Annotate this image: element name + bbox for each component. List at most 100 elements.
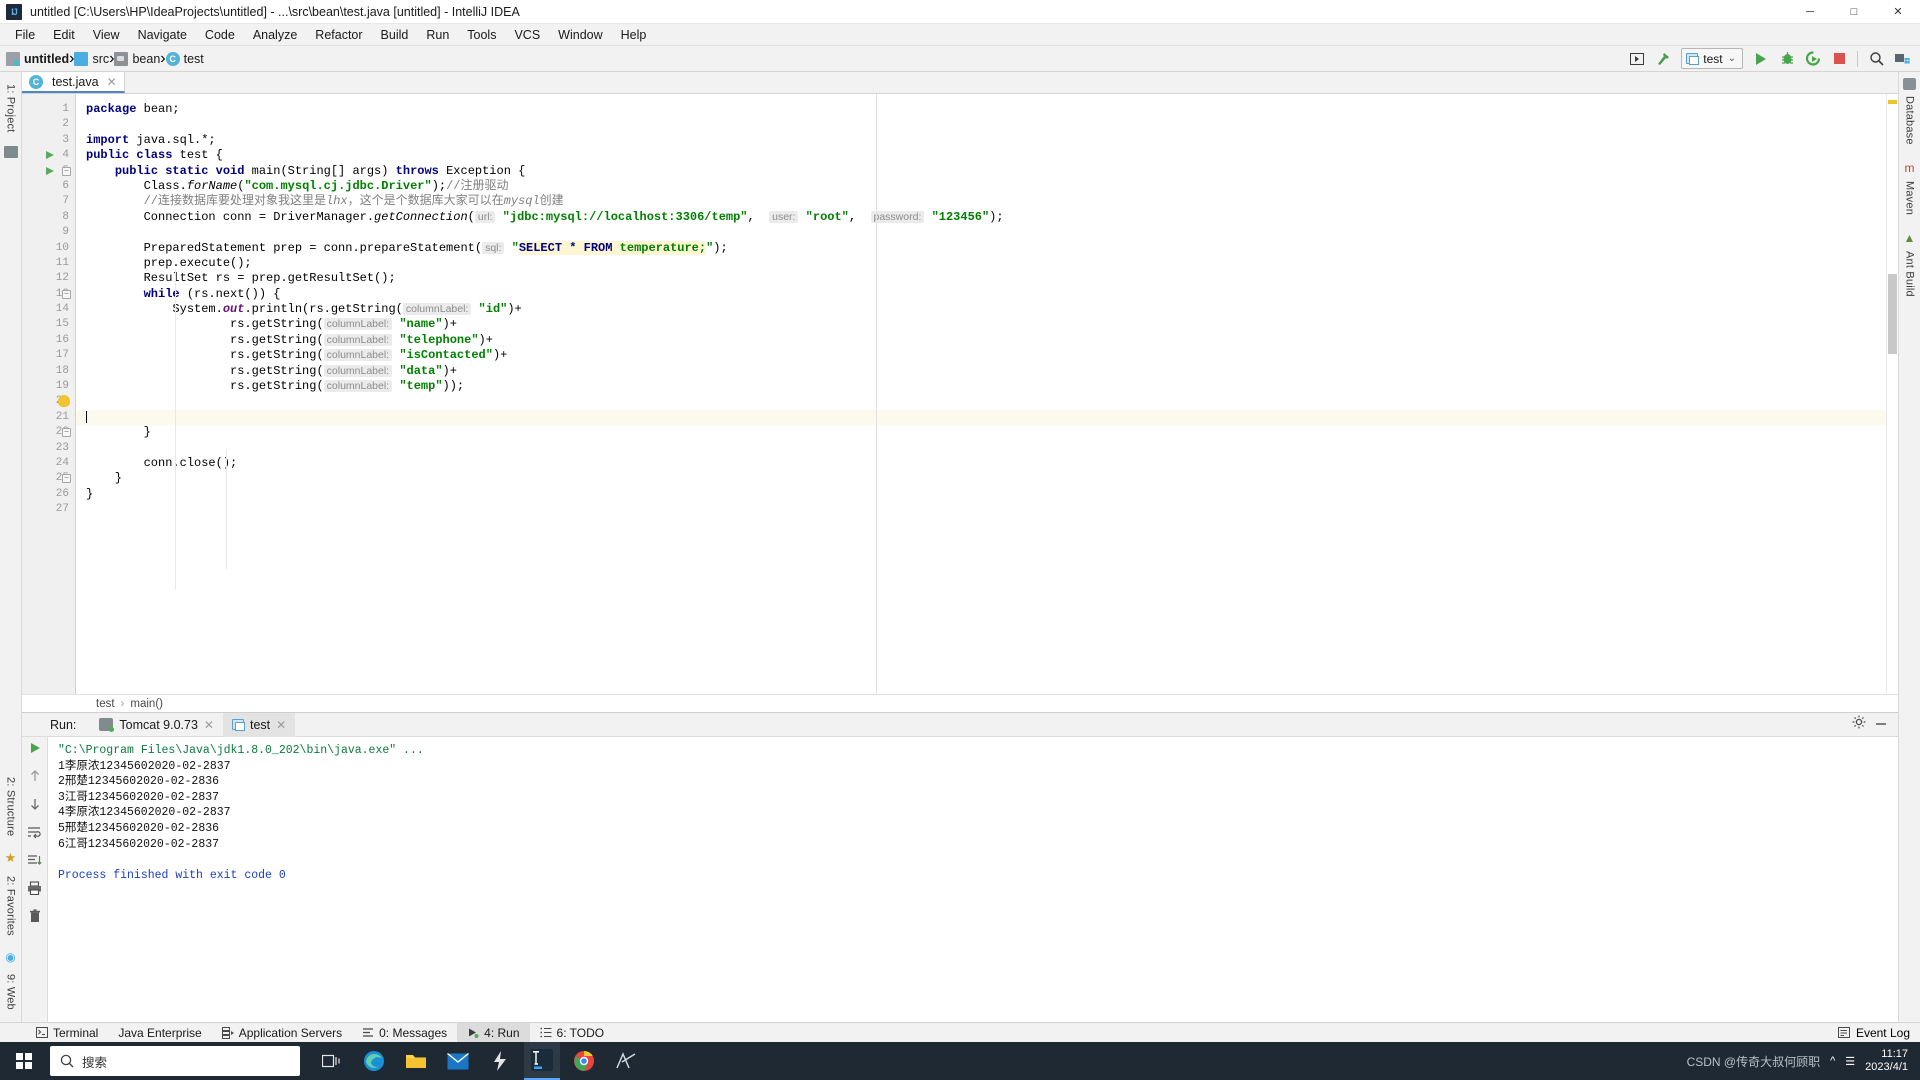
bottom-tab-run[interactable]: 4: Run — [457, 1022, 530, 1043]
sidebar-item-web[interactable]: 9: Web — [3, 968, 19, 1016]
run-class-gutter-icon[interactable] — [46, 151, 54, 160]
event-log-button[interactable]: Event Log — [1837, 1026, 1920, 1040]
sidebar-item-structure[interactable]: 2: Structure — [3, 771, 19, 842]
rerun-icon[interactable] — [28, 741, 42, 760]
menu-analyze[interactable]: Analyze — [244, 26, 306, 44]
menu-code[interactable]: Code — [196, 26, 244, 44]
mail-icon[interactable] — [440, 1042, 476, 1080]
edge-icon[interactable] — [356, 1042, 392, 1080]
menu-run[interactable]: Run — [417, 26, 458, 44]
minimize-button[interactable]: ─ — [1788, 0, 1832, 24]
gear-icon[interactable] — [1852, 715, 1866, 734]
menu-help[interactable]: Help — [612, 26, 656, 44]
task-view-icon[interactable] — [314, 1042, 350, 1080]
taskbar-clock[interactable]: 11:17 2023/4/1 — [1865, 1048, 1908, 1074]
taskbar-search-placeholder: 搜索 — [82, 1055, 108, 1070]
line-number: 3 — [62, 133, 69, 146]
bottom-tab-terminal[interactable]: Terminal — [26, 1023, 108, 1043]
close-icon[interactable]: ✕ — [107, 75, 117, 89]
left-rail-bottom: 2: Structure ★ 2: Favorites ◉ 9: Web — [3, 771, 19, 1016]
breadcrumb-class[interactable]: test — [96, 698, 115, 710]
sidebar-item-maven[interactable]: Maven — [1902, 175, 1918, 221]
code-line: rs.getString(columnLabel: "temp")); — [86, 379, 465, 394]
trash-icon[interactable] — [28, 909, 42, 928]
breadcrumb-item-src[interactable]: src — [74, 51, 109, 66]
maximize-button[interactable]: □ — [1832, 0, 1876, 24]
menu-file[interactable]: File — [6, 26, 44, 44]
warning-marker[interactable] — [1888, 100, 1897, 104]
bottom-tab-java-enterprise[interactable]: Java Enterprise — [108, 1023, 211, 1043]
breadcrumb-label-bean: bean — [132, 51, 161, 66]
editor-tab-test-java[interactable]: C test.java ✕ — [22, 72, 125, 93]
menu-refactor[interactable]: Refactor — [306, 26, 371, 44]
console-line: 2邢楚12345602020-02-2836 — [58, 775, 220, 789]
fold-icon[interactable]: − — [62, 428, 71, 438]
scroll-up-icon[interactable] — [28, 769, 42, 788]
scroll-to-end-icon[interactable] — [27, 853, 42, 872]
stop-icon[interactable] — [1827, 48, 1851, 70]
code-line: package bean; — [86, 102, 180, 116]
debug-icon[interactable] — [1775, 48, 1799, 70]
menu-view[interactable]: View — [84, 26, 129, 44]
intellij-icon[interactable] — [524, 1042, 560, 1080]
menu-vcs[interactable]: VCS — [505, 26, 549, 44]
editor-marker-scrollbar[interactable] — [1886, 94, 1898, 694]
print-icon[interactable] — [27, 881, 42, 900]
network-icon[interactable]: ☰ — [1845, 1055, 1855, 1068]
chevron-down-icon: ⌄ — [1727, 53, 1736, 64]
bottom-tab-todo[interactable]: 6: TODO — [530, 1023, 615, 1043]
close-icon[interactable]: ✕ — [276, 718, 286, 732]
run-tab-tomcat[interactable]: Tomcat 9.0.73 ✕ — [90, 713, 223, 737]
web-globe-icon: ◉ — [5, 950, 16, 965]
soft-wrap-icon[interactable] — [27, 825, 42, 844]
console-line: 4李原浓12345602020-02-2837 — [58, 806, 231, 820]
project-structure-icon[interactable] — [1890, 48, 1914, 70]
editor-gutter[interactable]: 1 2 3 4 −5 6 7 8 9 10 11 12 −13 14 15 16 — [22, 94, 76, 694]
editor-breadcrumb: test › main() — [22, 694, 1898, 712]
fold-icon[interactable]: − — [62, 474, 71, 484]
bottom-tab-application-servers[interactable]: Application Servers — [212, 1023, 352, 1043]
code-text-area[interactable]: package bean; import java.sql.*; public … — [76, 94, 1886, 694]
search-everywhere-icon[interactable] — [1864, 48, 1888, 70]
tray-up-icon[interactable]: ^ — [1830, 1055, 1835, 1067]
menu-window[interactable]: Window — [549, 26, 611, 44]
fold-icon[interactable]: − — [62, 166, 71, 176]
screen-icon[interactable] — [1625, 48, 1649, 70]
unknown-app-icon[interactable] — [608, 1042, 644, 1080]
sidebar-item-project[interactable]: 1: Project — [3, 78, 19, 138]
menu-build[interactable]: Build — [372, 26, 418, 44]
hammer-build-icon[interactable] — [1651, 48, 1675, 70]
line-number: 10 — [55, 241, 69, 254]
breadcrumb-item-bean[interactable]: bean — [114, 51, 161, 66]
breadcrumb-item-test[interactable]: C test — [165, 51, 204, 66]
sidebar-item-favorites[interactable]: 2: Favorites — [3, 870, 19, 942]
menu-edit[interactable]: Edit — [44, 26, 84, 44]
minimize-icon[interactable] — [1874, 715, 1888, 734]
run-coverage-icon[interactable] — [1801, 48, 1825, 70]
menu-navigate[interactable]: Navigate — [129, 26, 196, 44]
breadcrumb-item-project[interactable]: untitled — [6, 51, 69, 66]
run-tab-test[interactable]: test ✕ — [222, 712, 296, 737]
bottom-tab-messages[interactable]: 0: Messages — [352, 1023, 457, 1043]
taskbar-search-box[interactable]: 搜索 — [50, 1046, 300, 1076]
menu-tools[interactable]: Tools — [458, 26, 505, 44]
lightning-icon[interactable] — [482, 1042, 518, 1080]
sidebar-item-database[interactable]: Database — [1902, 90, 1918, 151]
code-editor[interactable]: 1 2 3 4 −5 6 7 8 9 10 11 12 −13 14 15 16 — [22, 94, 1898, 694]
file-explorer-icon[interactable] — [398, 1042, 434, 1080]
scrollbar-thumb[interactable] — [1888, 274, 1897, 354]
line-number: −13 — [22, 287, 75, 302]
fold-icon[interactable]: − — [62, 289, 71, 299]
run-method-gutter-icon[interactable] — [46, 166, 54, 175]
sidebar-item-ant-build[interactable]: Ant Build — [1902, 245, 1918, 303]
close-icon[interactable]: ✕ — [204, 718, 214, 732]
breadcrumb-method[interactable]: main() — [130, 698, 163, 710]
scroll-down-icon[interactable] — [28, 797, 42, 816]
start-button[interactable] — [0, 1042, 48, 1080]
run-configuration-selector[interactable]: test ⌄ — [1681, 48, 1743, 69]
chrome-icon[interactable] — [566, 1042, 602, 1080]
close-button[interactable]: ✕ — [1876, 0, 1920, 24]
run-console-output[interactable]: "C:\Program Files\Java\jdk1.8.0_202\bin\… — [48, 737, 1898, 1022]
run-icon[interactable] — [1749, 48, 1773, 70]
intention-bulb-icon[interactable] — [58, 395, 70, 408]
